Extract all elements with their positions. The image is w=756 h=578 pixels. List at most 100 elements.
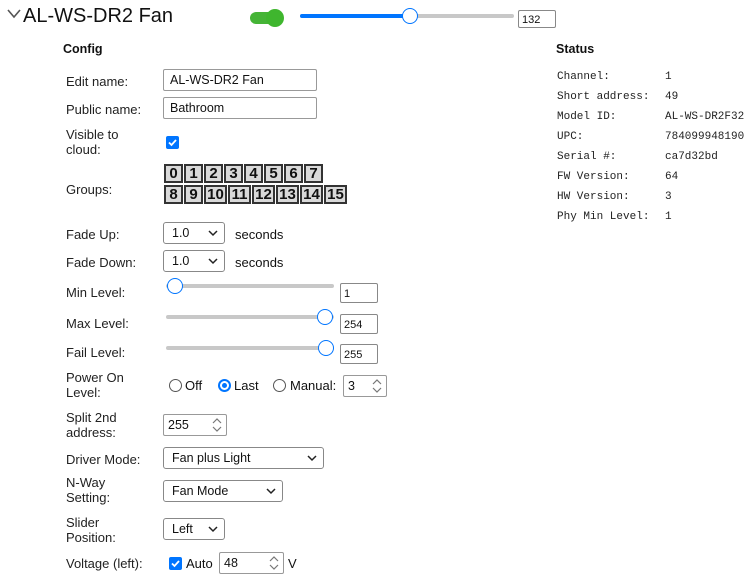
split-label-line2: address: <box>66 425 116 440</box>
edit-name-label: Edit name: <box>66 74 129 89</box>
status-row: Serial #: ca7d32bd <box>557 147 756 167</box>
split-label: Split 2nd address: <box>66 410 117 440</box>
power-on-off-radio[interactable] <box>169 379 182 392</box>
visible-label: Visible to cloud: <box>66 127 119 157</box>
power-on-last-label: Last <box>234 378 259 393</box>
visible-label-line1: Visible to <box>66 127 119 142</box>
voltage-auto-label: Auto <box>186 556 213 571</box>
max-level-input[interactable]: 254 <box>340 314 378 334</box>
group-button-5[interactable]: 5 <box>264 164 283 183</box>
split-address-value: 255 <box>168 418 189 432</box>
power-toggle[interactable] <box>250 8 284 27</box>
status-heading: Status <box>556 42 595 56</box>
fade-down-select[interactable]: 1.0 <box>163 250 225 272</box>
public-name-input[interactable]: Bathroom <box>163 97 317 119</box>
status-key: HW Version: <box>557 191 630 203</box>
status-row: HW Version: 3 <box>557 187 756 207</box>
voltage-stepper[interactable]: 48 <box>219 552 284 574</box>
stepper-arrows-icon[interactable] <box>210 417 224 433</box>
group-button-9[interactable]: 9 <box>184 185 203 204</box>
fade-up-value: 1.0 <box>172 226 190 240</box>
status-key: Short address: <box>557 91 650 103</box>
chevron-down-icon <box>208 258 218 265</box>
fail-level-label: Fail Level: <box>66 345 126 360</box>
split-address-stepper[interactable]: 255 <box>163 414 227 436</box>
public-name-label: Public name: <box>66 102 142 117</box>
status-row: Channel: 1 <box>557 67 756 87</box>
stepper-arrows-icon[interactable] <box>370 378 384 394</box>
status-key: Channel: <box>557 71 610 83</box>
stepper-arrows-icon[interactable] <box>267 555 281 571</box>
driver-mode-value: Fan plus Light <box>172 451 251 465</box>
group-button-1[interactable]: 1 <box>184 164 203 183</box>
slider-pos-label: Slider Position: <box>66 515 116 545</box>
group-button-13[interactable]: 13 <box>276 185 299 204</box>
chevron-down-icon <box>307 455 317 462</box>
group-button-7[interactable]: 7 <box>304 164 323 183</box>
group-button-12[interactable]: 12 <box>252 185 275 204</box>
power-on-label-line1: Power On <box>66 370 124 385</box>
status-key: Phy Min Level: <box>557 211 650 223</box>
toggle-knob <box>266 9 284 27</box>
status-key: Serial #: <box>557 151 617 163</box>
fail-level-input[interactable]: 255 <box>340 344 378 364</box>
max-level-label: Max Level: <box>66 316 129 331</box>
max-level-slider[interactable] <box>166 309 334 325</box>
driver-mode-label: Driver Mode: <box>66 452 141 467</box>
group-button-6[interactable]: 6 <box>284 164 303 183</box>
status-key: Model ID: <box>557 111 617 123</box>
voltage-label: Voltage (left): <box>66 556 143 571</box>
status-value: 64 <box>665 171 679 183</box>
min-level-input[interactable]: 1 <box>340 283 378 303</box>
level-input[interactable]: 132 <box>518 10 556 28</box>
min-level-label: Min Level: <box>66 285 126 300</box>
power-on-label-line2: Level: <box>66 385 101 400</box>
edit-name-input[interactable]: AL-WS-DR2 Fan <box>163 69 317 91</box>
nway-label: N-Way Setting: <box>66 475 110 505</box>
driver-mode-select[interactable]: Fan plus Light <box>163 447 324 469</box>
group-button-8[interactable]: 8 <box>164 185 183 204</box>
group-button-15[interactable]: 15 <box>324 185 347 204</box>
voltage-unit: V <box>288 556 297 571</box>
manual-level-value: 3 <box>348 379 355 393</box>
status-value: 3 <box>665 191 672 203</box>
fail-level-slider[interactable] <box>166 340 334 356</box>
nway-label-line1: N-Way <box>66 475 106 490</box>
group-button-2[interactable]: 2 <box>204 164 223 183</box>
fade-up-select[interactable]: 1.0 <box>163 222 225 244</box>
power-on-manual-radio[interactable] <box>273 379 286 392</box>
group-button-0[interactable]: 0 <box>164 164 183 183</box>
fade-down-unit: seconds <box>235 255 284 270</box>
chevron-down-icon <box>208 230 218 237</box>
nway-select[interactable]: Fan Mode <box>163 480 283 502</box>
voltage-auto-checkbox[interactable] <box>169 557 182 570</box>
min-level-slider[interactable] <box>166 278 334 294</box>
groups-label: Groups: <box>66 182 113 197</box>
split-label-line1: Split 2nd <box>66 410 117 425</box>
status-value: 49 <box>665 91 679 103</box>
device-title: AL-WS-DR2 Fan <box>23 5 174 27</box>
power-on-manual-label: Manual: <box>290 378 337 393</box>
status-table: Channel: 1 Short address: 49 Model ID: AL-WS-… <box>557 67 756 227</box>
group-button-4[interactable]: 4 <box>244 164 263 183</box>
manual-level-stepper[interactable]: 3 <box>343 375 387 397</box>
fade-down-value: 1.0 <box>172 254 190 268</box>
voltage-value: 48 <box>224 556 238 570</box>
slider-pos-select[interactable]: Left <box>163 518 225 540</box>
group-button-11[interactable]: 11 <box>228 185 251 204</box>
group-button-14[interactable]: 14 <box>300 185 323 204</box>
level-slider[interactable] <box>300 8 514 24</box>
group-button-10[interactable]: 10 <box>204 185 227 204</box>
slider-pos-value: Left <box>172 522 193 536</box>
visible-checkbox[interactable] <box>166 136 179 149</box>
slider-pos-label-line1: Slider <box>66 515 100 530</box>
chevron-down-icon[interactable] <box>6 6 22 22</box>
group-button-3[interactable]: 3 <box>224 164 243 183</box>
status-row: Model ID: AL-WS-DR2F32 <box>557 107 756 127</box>
fade-down-label: Fade Down: <box>66 255 137 270</box>
visible-label-line2: cloud: <box>66 142 101 157</box>
fade-up-unit: seconds <box>235 227 284 242</box>
power-on-last-radio[interactable] <box>218 379 231 392</box>
status-row: FW Version: 64 <box>557 167 756 187</box>
status-value: 784099948190 <box>665 131 745 143</box>
